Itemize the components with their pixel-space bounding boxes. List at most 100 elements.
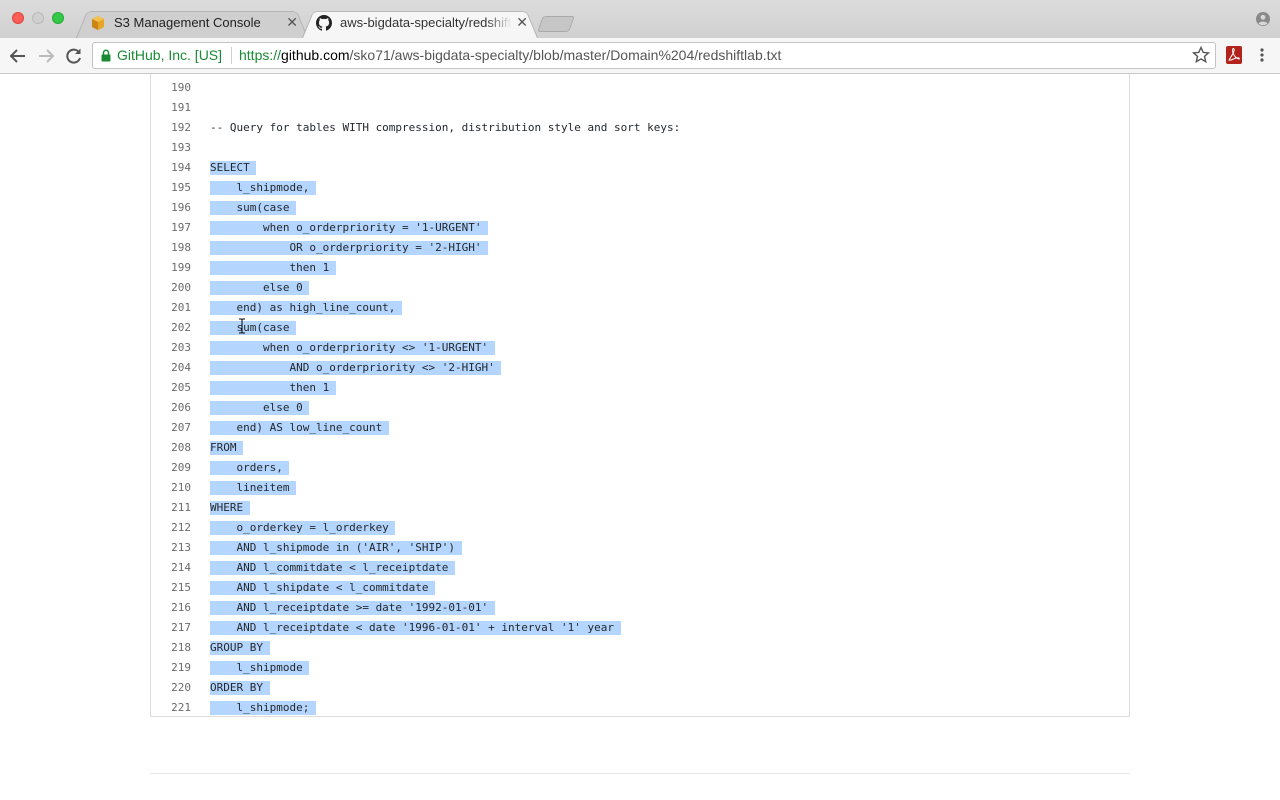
more-menu-icon[interactable] [1256, 46, 1268, 64]
line-code: when o_orderpriority <> '1-URGENT' [210, 341, 495, 355]
line-code: then 1 [210, 261, 336, 275]
line-number[interactable]: 197 [151, 221, 191, 234]
line-number[interactable]: 194 [151, 161, 191, 174]
close-window-button[interactable] [12, 12, 24, 24]
lock-icon [101, 49, 111, 62]
line-number[interactable]: 218 [151, 641, 191, 654]
code-line: 221 l_shipmode; [151, 698, 1129, 716]
line-number[interactable]: 213 [151, 541, 191, 554]
line-code: AND l_shipdate < l_commitdate [210, 581, 436, 595]
line-number[interactable]: 209 [151, 461, 191, 474]
code-line: 195 l_shipmode, [151, 178, 1129, 198]
forward-arrow-icon[interactable] [36, 46, 56, 66]
line-code: AND l_commitdate < l_receiptdate [210, 561, 456, 575]
line-number[interactable]: 219 [151, 661, 191, 674]
acrobat-extension-icon[interactable] [1226, 46, 1242, 64]
code-line: 218 GROUP BY [151, 638, 1129, 658]
maximize-window-button[interactable] [52, 12, 64, 24]
line-number[interactable]: 206 [151, 401, 191, 414]
new-tab-button[interactable] [537, 16, 575, 32]
address-bar[interactable]: GitHub, Inc. [US] https://github.com/sko… [92, 42, 1216, 69]
line-number[interactable]: 192 [151, 121, 191, 134]
line-number[interactable]: 196 [151, 201, 191, 214]
line-number[interactable]: 199 [151, 261, 191, 274]
line-code: AND l_shipmode in ('AIR', 'SHIP') [210, 541, 462, 555]
line-number[interactable]: 208 [151, 441, 191, 454]
code-line: 210 lineitem [151, 478, 1129, 498]
line-number[interactable]: 217 [151, 621, 191, 634]
url-path: /sko71/aws-bigdata-specialty/blob/master… [349, 47, 782, 63]
line-code: FROM [210, 441, 244, 455]
line-number[interactable]: 195 [151, 181, 191, 194]
code-line: 199 then 1 [151, 258, 1129, 278]
line-code: then 1 [210, 381, 336, 395]
url-text[interactable]: https://github.com/sko71/aws-bigdata-spe… [239, 47, 781, 63]
line-code: sum(case [210, 321, 297, 335]
code-line: 194 SELECT [151, 158, 1129, 178]
line-number[interactable]: 207 [151, 421, 191, 434]
code-line: 204 AND o_orderpriority <> '2-HIGH' [151, 358, 1129, 378]
close-tab-icon[interactable]: ✕ [286, 14, 298, 30]
line-code: SELECT [210, 161, 257, 175]
code-line: 219 l_shipmode [151, 658, 1129, 678]
line-code: WHERE [210, 501, 250, 515]
line-number[interactable]: 204 [151, 361, 191, 374]
github-icon [316, 15, 332, 31]
code-line: 220 ORDER BY [151, 678, 1129, 698]
code-line: 198 OR o_orderpriority = '2-HIGH' [151, 238, 1129, 258]
file-code-view: 190 191 192 -- Query for tables WITH compre… [150, 74, 1130, 717]
code-line: 202 sum(case [151, 318, 1129, 338]
text-cursor-icon [239, 318, 245, 334]
code-line: 214 AND l_commitdate < l_receiptdate [151, 558, 1129, 578]
line-number[interactable]: 201 [151, 301, 191, 314]
line-code: AND o_orderpriority <> '2-HIGH' [210, 361, 502, 375]
line-number[interactable]: 216 [151, 601, 191, 614]
line-number[interactable]: 215 [151, 581, 191, 594]
reload-icon[interactable] [64, 46, 84, 66]
line-number[interactable]: 198 [151, 241, 191, 254]
minimize-window-button[interactable] [32, 12, 44, 24]
tab-strip: S3 Management Console ✕ aws-bigdata-spec… [0, 0, 1280, 38]
line-code: AND l_receiptdate < date '1996-01-01' + … [210, 621, 621, 635]
profile-icon[interactable] [1256, 12, 1270, 26]
bookmark-star-icon[interactable] [1192, 46, 1210, 64]
close-tab-icon[interactable]: ✕ [516, 14, 528, 30]
line-code: l_shipmode [210, 661, 310, 675]
code-line: 201 end) as high_line_count, [151, 298, 1129, 318]
tab-s3-console[interactable]: S3 Management Console ✕ [76, 8, 308, 38]
code-line: 209 orders, [151, 458, 1129, 478]
line-code: lineitem [210, 481, 297, 495]
line-number[interactable]: 200 [151, 281, 191, 294]
line-code: GROUP BY [210, 641, 270, 655]
separator [231, 47, 232, 64]
line-number[interactable]: 221 [151, 701, 191, 714]
line-number[interactable]: 193 [151, 141, 191, 154]
ev-certificate-label[interactable]: GitHub, Inc. [US] [117, 47, 222, 63]
code-line: 190 [151, 78, 1129, 98]
back-arrow-icon[interactable] [8, 46, 28, 66]
tab-github-file[interactable]: aws-bigdata-specialty/redshiftlab.txt ✕ [302, 8, 538, 38]
tab-title: S3 Management Console [114, 15, 261, 30]
line-code: AND l_receiptdate >= date '1992-01-01' [210, 601, 495, 615]
line-number[interactable]: 211 [151, 501, 191, 514]
line-number[interactable]: 220 [151, 681, 191, 694]
line-number[interactable]: 205 [151, 381, 191, 394]
code-line: 208 FROM [151, 438, 1129, 458]
line-number[interactable]: 214 [151, 561, 191, 574]
line-code: l_shipmode; [210, 701, 316, 715]
line-number[interactable]: 203 [151, 341, 191, 354]
code-line: 191 [151, 98, 1129, 118]
footer-divider [150, 773, 1130, 774]
line-number[interactable]: 212 [151, 521, 191, 534]
line-number[interactable]: 210 [151, 481, 191, 494]
line-number[interactable]: 202 [151, 321, 191, 334]
code-line: 216 AND l_receiptdate >= date '1992-01-0… [151, 598, 1129, 618]
code-line: 196 sum(case [151, 198, 1129, 218]
line-code: sum(case [210, 201, 297, 215]
code-line: 206 else 0 [151, 398, 1129, 418]
line-number[interactable]: 191 [151, 101, 191, 114]
tab-title: aws-bigdata-specialty/redshiftlab.txt [340, 15, 512, 30]
line-number[interactable]: 190 [151, 81, 191, 94]
code-line: 215 AND l_shipdate < l_commitdate [151, 578, 1129, 598]
line-code: ORDER BY [210, 681, 270, 695]
